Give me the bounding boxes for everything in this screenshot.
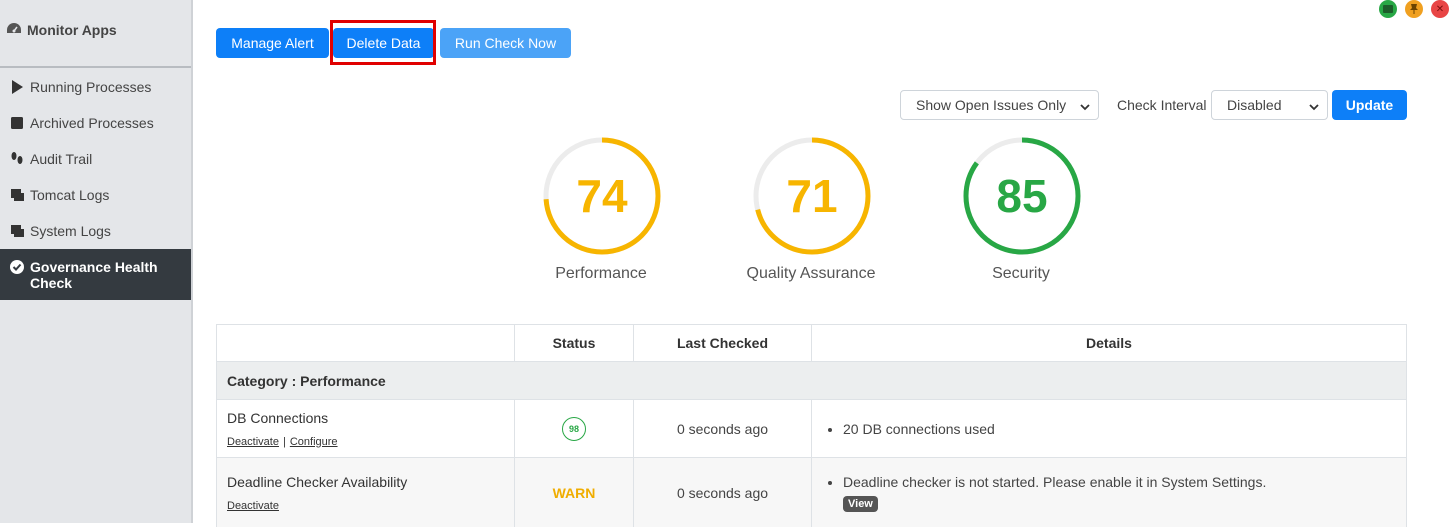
log-icon <box>10 188 24 202</box>
deactivate-link[interactable]: Deactivate <box>227 436 279 448</box>
column-header-name <box>217 325 515 362</box>
gauge-value: 71 <box>751 135 873 257</box>
sidebar-item-label: System Logs <box>30 223 111 239</box>
sidebar-item-label: Tomcat Logs <box>30 187 109 203</box>
view-button[interactable]: View <box>843 496 878 512</box>
gauge-label: Performance <box>501 265 701 283</box>
last-checked: 0 seconds ago <box>634 400 812 458</box>
minimize-icon[interactable] <box>1379 0 1397 18</box>
square-icon <box>10 116 24 130</box>
check-circle-icon <box>10 260 24 274</box>
sidebar-item-running-processes[interactable]: Running Processes <box>0 79 191 95</box>
status-warn: WARN <box>553 485 596 501</box>
log-icon <box>10 224 24 238</box>
sidebar-header: Monitor Apps <box>0 0 191 68</box>
issues-filter-select[interactable]: Show Open Issues Only <box>900 90 1099 120</box>
last-checked: 0 seconds ago <box>634 458 812 527</box>
security-gauge: 85 <box>961 135 1083 257</box>
issues-filter-value: Show Open Issues Only <box>916 97 1066 113</box>
column-header-details: Details <box>812 325 1407 362</box>
health-check-table: Status Last Checked Details Category : P… <box>216 324 1407 527</box>
sidebar-title: Monitor Apps <box>27 22 117 38</box>
close-icon[interactable]: ✕ <box>1431 0 1449 18</box>
chevron-down-icon <box>1080 99 1090 115</box>
check-name: DB Connections <box>227 410 504 426</box>
detail-item: Deadline checker is not started. Please … <box>843 474 1266 490</box>
gauge-label: Quality Assurance <box>711 265 911 283</box>
check-interval-value: Disabled <box>1227 97 1281 113</box>
update-button[interactable]: Update <box>1332 90 1407 120</box>
configure-link[interactable]: Configure <box>290 436 338 448</box>
sidebar: Monitor Apps Running Processes Archived … <box>0 0 193 523</box>
table-row: Deadline Checker Availability Deactivate… <box>217 458 1407 527</box>
deactivate-link[interactable]: Deactivate <box>227 500 279 512</box>
detail-item: 20 DB connections used <box>843 421 1405 437</box>
footsteps-icon <box>10 152 24 166</box>
pin-icon[interactable] <box>1405 0 1423 18</box>
chevron-down-icon <box>1309 99 1319 115</box>
check-name: Deadline Checker Availability <box>227 474 504 490</box>
dashboard-icon <box>6 22 22 39</box>
gauge-value: 85 <box>961 135 1083 257</box>
sidebar-item-archived-processes[interactable]: Archived Processes <box>0 115 191 131</box>
highlight-box <box>330 20 436 65</box>
check-interval-label: Check Interval <box>1117 97 1206 113</box>
column-header-last-checked: Last Checked <box>634 325 812 362</box>
sidebar-item-governance-health-check[interactable]: Governance Health Check <box>0 249 191 300</box>
table-row: DB Connections Deactivate|Configure 98 0… <box>217 400 1407 458</box>
gauge-value: 74 <box>541 135 663 257</box>
status-score-badge: 98 <box>562 417 586 441</box>
column-header-status: Status <box>515 325 634 362</box>
check-interval-select[interactable]: Disabled <box>1211 90 1328 120</box>
gauge-label: Security <box>921 265 1121 283</box>
sidebar-item-label: Running Processes <box>30 79 151 95</box>
sidebar-item-tomcat-logs[interactable]: Tomcat Logs <box>0 187 191 203</box>
sidebar-item-system-logs[interactable]: System Logs <box>0 223 191 239</box>
category-row: Category : Performance <box>217 362 1407 400</box>
play-icon <box>10 80 24 94</box>
run-check-now-button[interactable]: Run Check Now <box>440 28 571 58</box>
sidebar-item-label: Audit Trail <box>30 151 92 167</box>
performance-gauge: 74 <box>541 135 663 257</box>
sidebar-item-label: Governance Health Check <box>30 259 181 291</box>
sidebar-item-label: Archived Processes <box>30 115 154 131</box>
manage-alert-button[interactable]: Manage Alert <box>216 28 329 58</box>
sidebar-item-audit-trail[interactable]: Audit Trail <box>0 151 191 167</box>
quality-assurance-gauge: 71 <box>751 135 873 257</box>
